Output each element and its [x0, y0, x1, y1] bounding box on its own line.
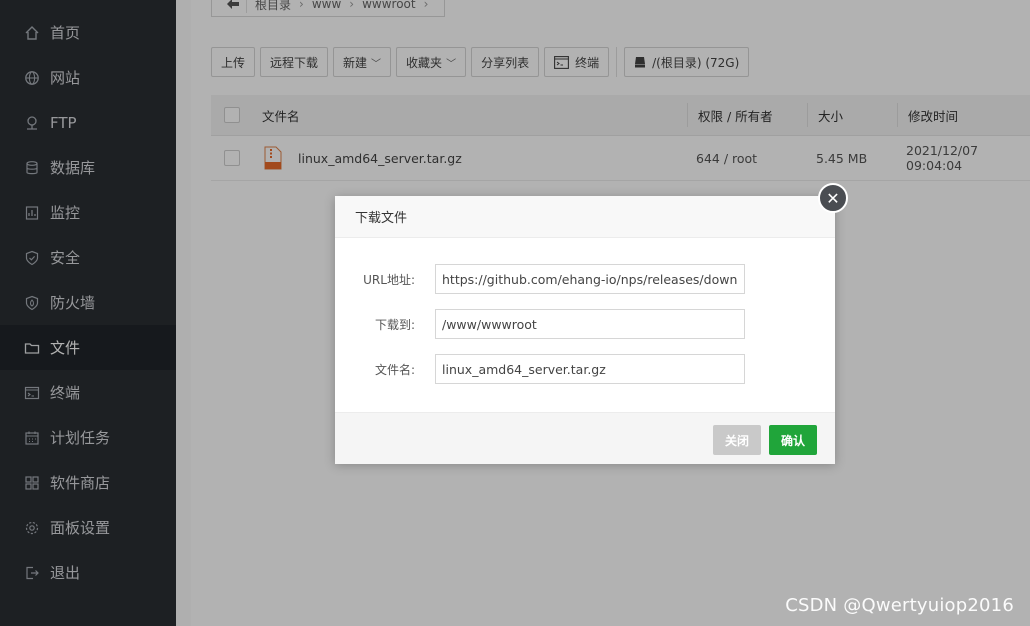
watermark: CSDN @Qwertyuiop2016: [785, 595, 1014, 616]
close-icon[interactable]: ✕: [818, 183, 848, 213]
url-input[interactable]: [435, 264, 745, 294]
destination-row: 下载到:: [335, 308, 835, 340]
filename-input[interactable]: [435, 354, 745, 384]
download-file-dialog: 下载文件 URL地址: 下载到: 文件名: 关闭 确认: [335, 196, 835, 464]
filename-row: 文件名:: [335, 353, 835, 385]
destination-label: 下载到:: [374, 317, 415, 332]
filename-label: 文件名:: [374, 362, 415, 377]
close-button[interactable]: 关闭: [713, 425, 761, 455]
url-row: URL地址:: [335, 263, 835, 295]
dialog-footer: 关闭 确认: [335, 412, 835, 464]
confirm-button[interactable]: 确认: [769, 425, 817, 455]
dialog-title: 下载文件: [335, 196, 835, 238]
destination-input[interactable]: [435, 309, 745, 339]
url-label: URL地址:: [363, 272, 415, 287]
